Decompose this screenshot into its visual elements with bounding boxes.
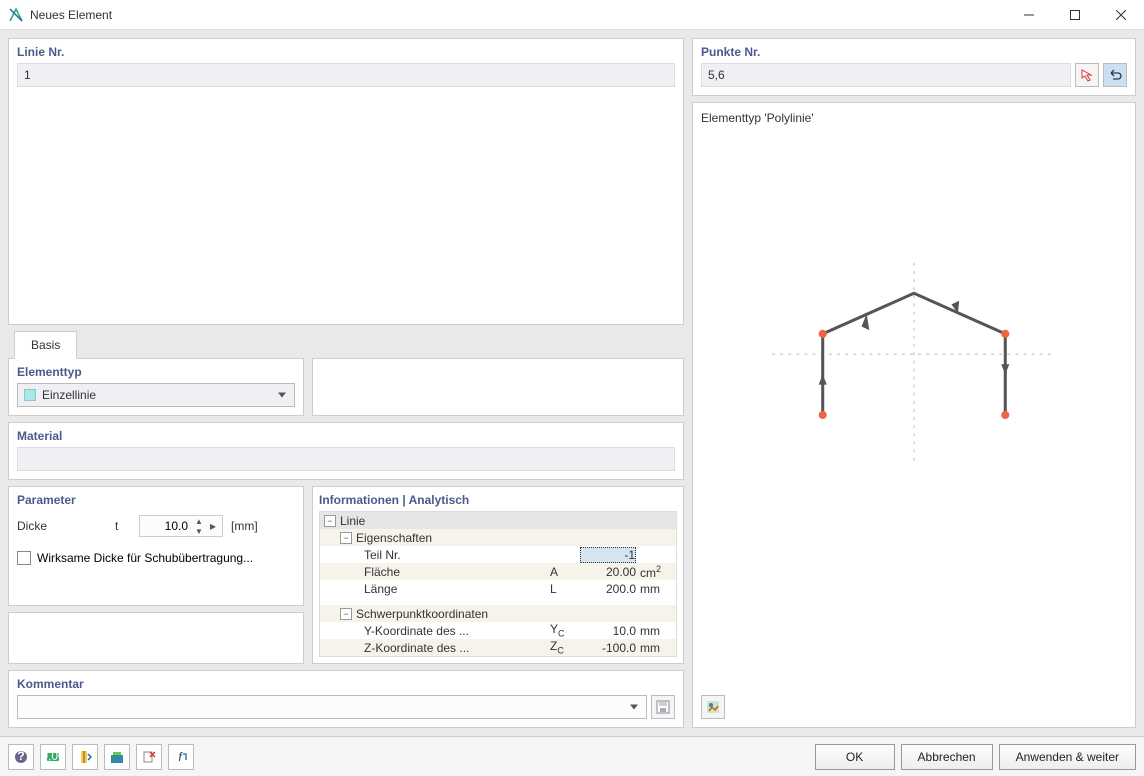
- tree-linie[interactable]: −Linie: [320, 512, 676, 529]
- tabbar: Basis: [8, 331, 684, 359]
- parameter-empty-panel: [8, 612, 304, 664]
- tool5-button[interactable]: [136, 744, 162, 770]
- tool6-button[interactable]: f: [168, 744, 194, 770]
- kommentar-select[interactable]: [17, 695, 647, 719]
- elementtyp-extra-panel: [312, 358, 684, 416]
- linie-nr-label: Linie Nr.: [17, 45, 675, 59]
- informationen-header: Informationen | Analytisch: [319, 493, 677, 507]
- material-value: [17, 447, 675, 471]
- svg-text:0,00: 0,00: [46, 750, 60, 763]
- preview-options-button[interactable]: [701, 695, 725, 719]
- tool4-button[interactable]: [104, 744, 130, 770]
- units-button[interactable]: 0,00: [40, 744, 66, 770]
- parameter-panel: Parameter Dicke t ▲▼ ▸ [mm]: [8, 486, 304, 606]
- elementtyp-swatch: [24, 389, 36, 401]
- footer: ? 0,00 f OK Abbrechen Anwenden & weiter: [0, 736, 1144, 776]
- tree-flaeche: FlächeA20.00cm2: [320, 563, 676, 580]
- apply-next-button[interactable]: Anwenden & weiter: [999, 744, 1136, 770]
- punkte-nr-value[interactable]: 5,6: [701, 63, 1071, 87]
- punkte-nr-panel: Punkte Nr. 5,6: [692, 38, 1136, 96]
- tool3-button[interactable]: [72, 744, 98, 770]
- tree-schwerpunkt[interactable]: −Schwerpunktkoordinaten: [320, 605, 676, 622]
- elementtyp-panel: Elementtyp Einzellinie: [8, 358, 304, 416]
- preview-svg: [701, 131, 1127, 679]
- svg-text:f: f: [178, 750, 183, 764]
- tree-eigenschaften[interactable]: −Eigenschaften: [320, 529, 676, 546]
- dicke-input[interactable]: [140, 519, 192, 533]
- linie-nr-value: 1: [17, 63, 675, 87]
- wirksame-label: Wirksame Dicke für Schubübertragung...: [37, 551, 253, 565]
- tree-zc: Z-Koordinate des ...ZC-100.0mm: [320, 639, 676, 656]
- twisty-icon[interactable]: −: [340, 532, 352, 544]
- tree-teilnr: Teil Nr.-1: [320, 546, 676, 563]
- dicke-spinner[interactable]: ▲▼ ▸: [139, 515, 223, 537]
- punkte-reverse-button[interactable]: [1103, 63, 1127, 87]
- punkte-pick-button[interactable]: [1075, 63, 1099, 87]
- preview-panel: Elementtyp 'Polylinie': [692, 102, 1136, 728]
- informationen-panel: Informationen | Analytisch −Linie −Eigen…: [312, 486, 684, 664]
- kommentar-panel: Kommentar: [8, 670, 684, 728]
- elementtyp-value: Einzellinie: [42, 388, 96, 402]
- linie-nr-panel: Linie Nr. 1: [8, 38, 684, 325]
- tree-yc: Y-Koordinate des ...YC10.0mm: [320, 622, 676, 639]
- punkte-nr-label: Punkte Nr.: [701, 45, 1127, 59]
- wirksame-checkbox[interactable]: [17, 551, 31, 565]
- dicke-label: Dicke: [17, 519, 107, 533]
- dicke-down[interactable]: ▼: [192, 526, 206, 536]
- parameter-label: Parameter: [17, 493, 295, 507]
- close-button[interactable]: [1098, 0, 1144, 30]
- dicke-up[interactable]: ▲: [192, 516, 206, 526]
- material-label: Material: [17, 429, 675, 443]
- help-button[interactable]: ?: [8, 744, 34, 770]
- dicke-slider-icon[interactable]: ▸: [206, 519, 220, 533]
- preview-canvas: [701, 131, 1127, 695]
- cancel-button[interactable]: Abbrechen: [901, 744, 993, 770]
- preview-label: Elementtyp 'Polylinie': [701, 111, 1127, 125]
- kommentar-save-button[interactable]: [651, 695, 675, 719]
- dicke-unit: [mm]: [231, 519, 258, 533]
- elementtyp-label: Elementtyp: [17, 365, 295, 379]
- svg-text:?: ?: [17, 750, 24, 763]
- twisty-icon[interactable]: −: [340, 608, 352, 620]
- info-tree: −Linie −Eigenschaften Teil Nr.-1 FlächeA…: [319, 511, 677, 657]
- kommentar-label: Kommentar: [17, 677, 675, 691]
- dicke-symbol: t: [115, 519, 131, 533]
- material-panel: Material: [8, 422, 684, 480]
- ok-button[interactable]: OK: [815, 744, 895, 770]
- maximize-button[interactable]: [1052, 0, 1098, 30]
- elementtyp-select[interactable]: Einzellinie: [17, 383, 295, 407]
- app-icon: [8, 7, 24, 23]
- window-title: Neues Element: [30, 8, 1006, 22]
- titlebar: Neues Element: [0, 0, 1144, 30]
- twisty-icon[interactable]: −: [324, 515, 336, 527]
- tree-laenge: LängeL200.0mm: [320, 580, 676, 597]
- tab-basis[interactable]: Basis: [14, 331, 77, 359]
- minimize-button[interactable]: [1006, 0, 1052, 30]
